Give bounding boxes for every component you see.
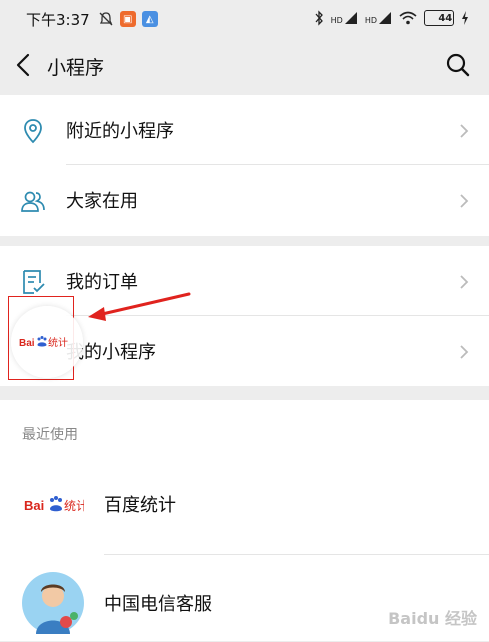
signal-icon [379, 12, 391, 24]
svg-text:统计: 统计 [64, 499, 84, 513]
nav-bar: 小程序 [0, 38, 489, 94]
chevron-left-icon[interactable] [12, 52, 36, 78]
chevron-right-icon [460, 345, 469, 359]
divider [104, 554, 489, 555]
highlight-box: Bai 统计 [8, 296, 83, 380]
recent-item-baidu-tongji[interactable]: Bai 统计 百度统计 [0, 465, 489, 555]
baidu-tongji-logo: Bai 统计 [19, 336, 68, 349]
svg-text:Bai: Bai [24, 498, 44, 513]
recent-item-china-telecom[interactable]: 中国电信客服 [0, 564, 489, 642]
svg-text:统计: 统计 [48, 336, 68, 349]
status-left-icons: ▣ ◭ [98, 11, 158, 27]
signal-hd-2: HD [365, 11, 392, 25]
annotation-arrow-icon [88, 292, 191, 321]
recent-name: 中国电信客服 [104, 594, 212, 615]
search-icon[interactable] [445, 52, 471, 78]
chevron-right-icon [460, 124, 469, 138]
row-label: 大家在用 [66, 191, 138, 212]
location-pin-icon [24, 119, 42, 144]
signal-icon [344, 12, 357, 24]
people-icon [21, 191, 45, 212]
row-everyone-using[interactable]: 大家在用 [0, 165, 489, 235]
status-time: 下午3:37 [26, 10, 90, 29]
row-nearby-mini-programs[interactable]: 附近的小程序 [0, 95, 489, 165]
status-bar: 下午3:37 ▣ ◭ HD HD 44 [0, 0, 489, 38]
discover-group: 附近的小程序 大家在用 [0, 95, 489, 236]
avatar [22, 572, 84, 634]
signal-hd-1: HD [331, 11, 358, 25]
order-check-icon [23, 270, 45, 294]
charging-icon [462, 11, 468, 25]
battery-level: 44 [438, 12, 453, 24]
status-right-icons: HD HD 44 [314, 10, 469, 26]
bell-off-icon [99, 12, 113, 26]
app-store-icon: ◭ [141, 11, 158, 27]
recent-name: 百度统计 [104, 495, 176, 516]
battery-indicator: 44 [424, 10, 454, 26]
bluetooth-icon [315, 10, 323, 26]
floating-mini-program-bubble[interactable]: Bai 统计 [11, 306, 83, 378]
row-label: 附近的小程序 [66, 121, 174, 142]
baidu-tongji-logo: Bai 统计 [24, 496, 84, 513]
recent-header: 最近使用 [22, 427, 78, 443]
app-notification-icon: ▣ [119, 11, 136, 27]
wifi-icon [399, 11, 417, 25]
chevron-right-icon [460, 275, 469, 289]
watermark: Baidu 经验 [388, 609, 477, 628]
page-title: 小程序 [47, 57, 105, 79]
chevron-right-icon [460, 194, 469, 208]
svg-text:Bai: Bai [19, 338, 35, 349]
